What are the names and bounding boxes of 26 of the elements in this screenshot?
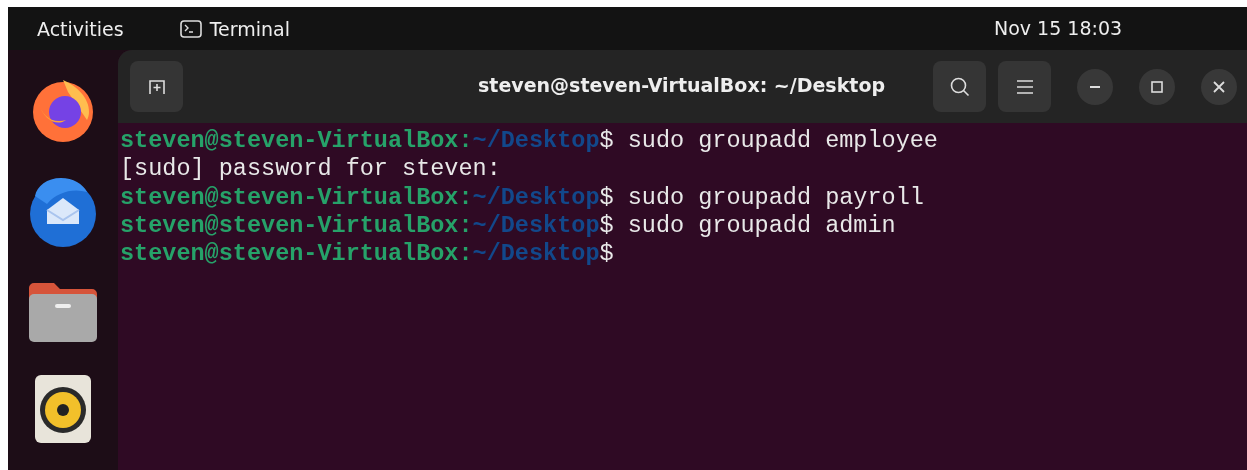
terminal-icon	[179, 19, 202, 38]
command-text: sudo groupadd admin	[626, 211, 896, 239]
shell-prompt: steven@steven-VirtualBox:~/Desktop$	[120, 183, 614, 211]
command-text: sudo groupadd payroll	[626, 183, 924, 211]
close-icon	[1212, 79, 1226, 94]
shell-prompt: steven@steven-VirtualBox:~/Desktop$	[120, 211, 614, 239]
maximize-button[interactable]	[1139, 68, 1175, 105]
shell-prompt: steven@steven-VirtualBox:~/Desktop$	[120, 127, 614, 154]
search-button[interactable]	[933, 61, 986, 112]
clock[interactable]: Nov 15 18:03	[994, 17, 1123, 39]
output-text: [sudo] password for steven:	[120, 155, 501, 183]
menu-icon	[1015, 78, 1034, 95]
close-button[interactable]	[1201, 68, 1237, 105]
window-title: steven@steven-VirtualBox: ~/Desktop	[478, 74, 886, 96]
speaker-icon[interactable]	[34, 374, 92, 444]
app-name: Terminal	[209, 17, 290, 40]
activities-button[interactable]: Activities	[37, 17, 124, 40]
app-menu[interactable]: Terminal	[179, 17, 290, 40]
new-tab-icon	[146, 77, 167, 96]
menu-button[interactable]	[998, 61, 1051, 112]
search-icon	[948, 75, 971, 98]
new-tab-button[interactable]	[130, 61, 183, 112]
shell-prompt: steven@steven-VirtualBox:~/Desktop$	[120, 240, 614, 268]
maximize-icon	[1150, 79, 1164, 94]
command-text: sudo groupadd employee	[626, 127, 938, 154]
minimize-icon	[1089, 85, 1101, 88]
